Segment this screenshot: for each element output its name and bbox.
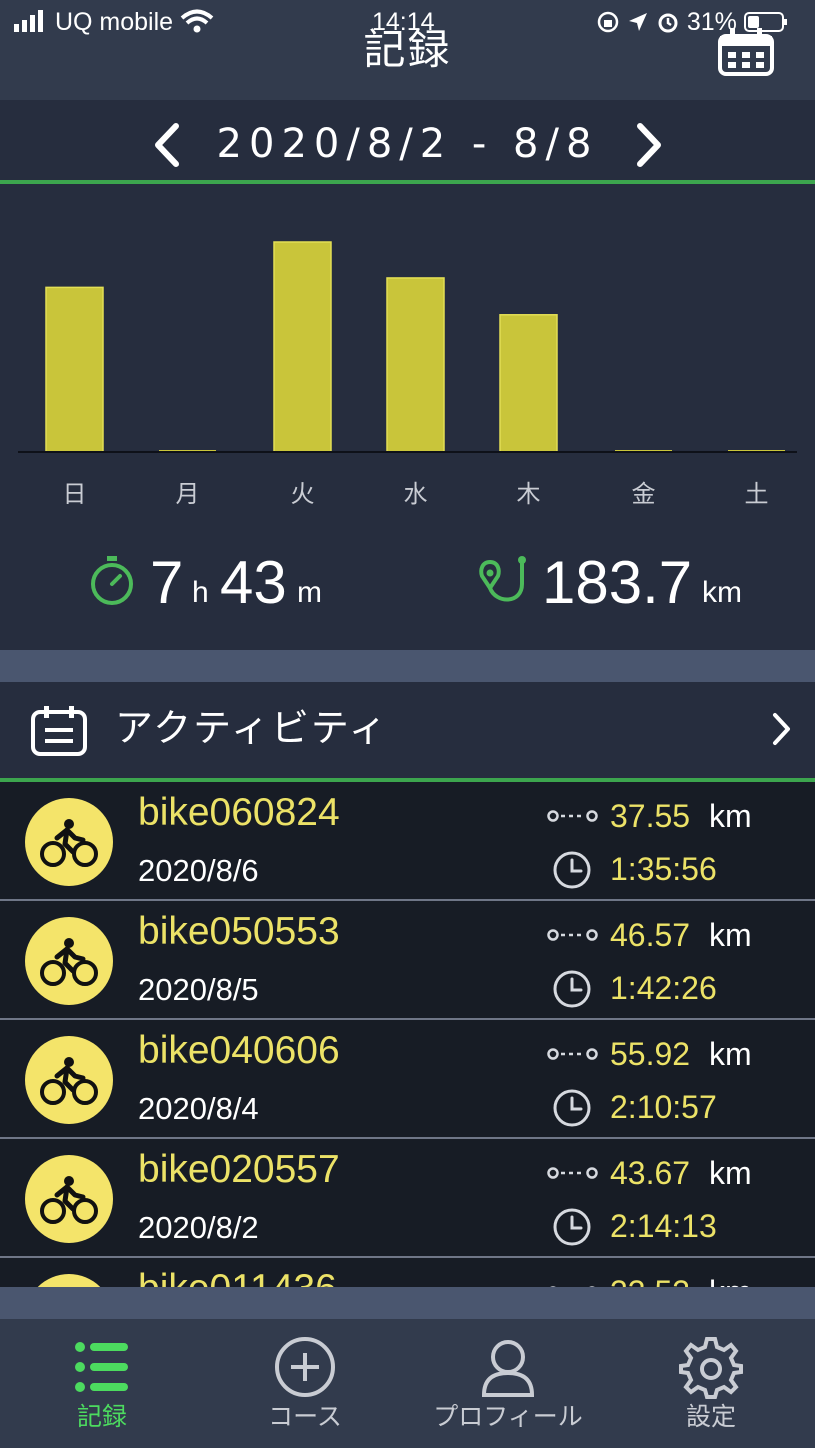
ride-distance-unit: km: [709, 1155, 752, 1191]
ride-duration: 2:14:13: [610, 1208, 717, 1244]
bicycle-icon: [25, 1155, 113, 1243]
list-bottom-band: [0, 1287, 815, 1319]
bar-0[interactable]: [45, 286, 104, 453]
chevron-right-icon: [773, 713, 790, 745]
tab-profile[interactable]: プロフィール: [408, 1319, 608, 1448]
ride-name: bike040606: [138, 1029, 340, 1072]
clock-icon: [552, 1088, 592, 1132]
activity-calendar-icon: [30, 704, 88, 760]
section-divider: [0, 650, 815, 682]
ride-duration: 1:42:26: [610, 970, 717, 1006]
total-distance-value: 183.7: [542, 549, 693, 616]
tab-settings-label: 設定: [685, 1402, 736, 1431]
ride-name: bike011436: [138, 1266, 337, 1287]
distance-icon: [547, 927, 599, 947]
day-label: 日: [62, 480, 87, 508]
ride-date: 2020/8/2: [138, 1210, 259, 1245]
next-week-button[interactable]: [632, 122, 666, 168]
ride-date: 2020/8/5: [138, 972, 259, 1007]
bicycle-icon: [25, 798, 113, 886]
chevron-left-icon: [155, 123, 179, 167]
distance-icon: [547, 1046, 599, 1066]
ride-distance-unit: km: [709, 917, 752, 953]
distance-icon: [547, 1165, 599, 1185]
gear-icon: [679, 1335, 743, 1399]
date-range-label: 2020/8/2 - 8/8: [216, 121, 599, 167]
ride-distance: 43.67: [610, 1155, 691, 1191]
ride-row[interactable]: bike060824 2020/8/6 37.55 km 1:35:56: [0, 782, 815, 901]
tab-records[interactable]: 記録: [2, 1319, 202, 1448]
ride-distance-unit: km: [709, 1272, 752, 1287]
day-label: 月: [175, 480, 200, 508]
ride-name: bike050553: [138, 910, 340, 953]
previous-week-button[interactable]: [150, 122, 184, 168]
bicycle-icon: [25, 917, 113, 1005]
ride-distance: 55.92: [610, 1036, 691, 1072]
day-label: 火: [290, 480, 315, 508]
ride-distance-unit: km: [709, 798, 752, 834]
calendar-icon: [718, 28, 774, 76]
bar-4[interactable]: [499, 314, 558, 453]
page-title: 記録: [363, 25, 452, 74]
user-icon: [476, 1335, 540, 1399]
total-time-minutes-unit: m: [297, 576, 322, 609]
day-label: 金: [631, 480, 656, 508]
day-label: 水: [403, 480, 428, 508]
ride-name: bike060824: [138, 791, 340, 834]
clock-icon: [552, 969, 592, 1013]
activity-more-button[interactable]: [768, 710, 794, 752]
bicycle-icon: [25, 1274, 113, 1287]
tab-course-label: コース: [268, 1402, 342, 1431]
ride-distance: 33.53: [610, 1272, 690, 1287]
ride-row[interactable]: bike050553 2020/8/5 46.57 km 1:42:26: [0, 901, 815, 1020]
total-time-minutes: 43: [220, 549, 287, 616]
ride-duration: 1:35:56: [610, 851, 717, 887]
total-time-hours: 7: [150, 549, 184, 616]
ride-distance: 46.57: [610, 917, 691, 953]
ride-distance: 37.55: [610, 798, 691, 834]
chevron-right-icon: [637, 123, 661, 167]
ride-row[interactable]: bike040606 2020/8/4 55.92 km 2:10:57: [0, 1020, 815, 1139]
activity-list[interactable]: bike060824 2020/8/6 37.55 km 1:35:56 bike0505…: [0, 782, 815, 1287]
bar-3[interactable]: [386, 277, 445, 453]
ride-date: 2020/8/6: [138, 853, 259, 888]
day-label: 木: [516, 480, 541, 508]
total-distance-icon: [476, 554, 532, 610]
distance-icon: [547, 808, 599, 828]
stopwatch-icon: [91, 556, 133, 605]
ride-duration: 2:10:57: [610, 1089, 717, 1125]
bicycle-icon: [25, 1036, 113, 1124]
activity-title: アクティビティ: [115, 706, 389, 750]
clipboard-icon: [31, 706, 87, 756]
ride-row[interactable]: bike011436 33.53 km: [0, 1258, 815, 1287]
total-time-hours-unit: h: [192, 576, 209, 609]
list-icon: [70, 1335, 134, 1399]
ride-name: bike020557: [138, 1148, 340, 1191]
calendar-button[interactable]: [716, 28, 776, 78]
tab-course[interactable]: コース: [205, 1319, 405, 1448]
total-time-icon: [88, 554, 136, 610]
day-label: 土: [744, 480, 769, 508]
tab-records-label: 記録: [76, 1402, 127, 1431]
ride-date: 2020/8/4: [138, 1091, 259, 1126]
tab-profile-label: プロフィール: [433, 1402, 583, 1431]
clock-icon: [552, 850, 592, 894]
route-icon: [479, 556, 526, 602]
ride-row[interactable]: bike020557 2020/8/2 43.67 km 2:14:13: [0, 1139, 815, 1258]
tab-settings[interactable]: 設定: [611, 1319, 811, 1448]
total-distance-unit: km: [702, 576, 742, 609]
bar-2[interactable]: [273, 241, 332, 453]
clock-icon: [552, 1207, 592, 1251]
plus-circle-icon: [273, 1335, 337, 1399]
ride-distance-unit: km: [709, 1036, 752, 1072]
